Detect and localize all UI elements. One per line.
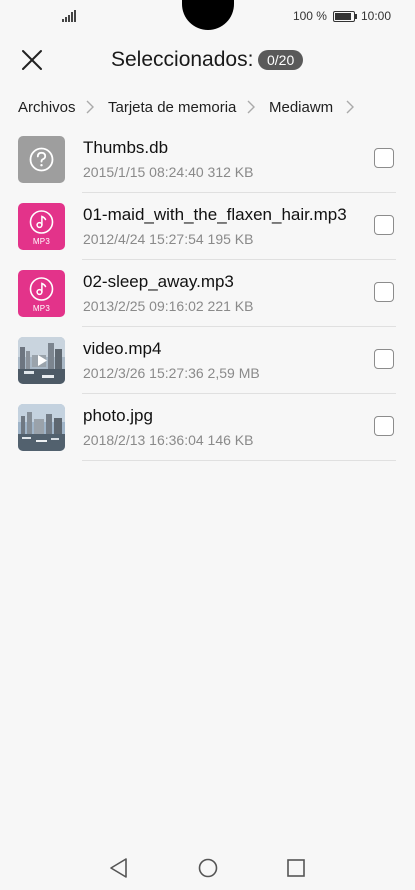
file-name: Thumbs.db xyxy=(83,138,169,157)
selection-header: Seleccionados: 0/20 xyxy=(0,32,415,86)
file-meta: 2018/2/13 16:36:04 146 KB xyxy=(83,432,254,448)
select-checkbox[interactable] xyxy=(374,349,394,369)
select-checkbox[interactable] xyxy=(374,148,394,168)
file-name: 01-maid_with_the_flaxen_hair.mp3 xyxy=(83,205,347,224)
file-list: Thumbs.db 2015/1/15 08:24:40 312 KB MP3 … xyxy=(0,126,415,461)
select-checkbox[interactable] xyxy=(374,416,394,436)
battery-icon xyxy=(332,10,357,22)
photo-thumbnail xyxy=(18,404,65,451)
file-meta: 2013/2/25 09:16:02 221 KB xyxy=(83,298,254,314)
signal-icon xyxy=(62,10,76,22)
file-meta: 2012/3/26 15:27:36 2,59 MB xyxy=(83,365,260,381)
file-name: photo.jpg xyxy=(83,406,153,425)
close-icon[interactable] xyxy=(18,46,46,74)
page-title: Seleccionados: xyxy=(111,48,254,71)
breadcrumb-archivos[interactable]: Archivos xyxy=(18,99,76,116)
chevron-right-icon xyxy=(247,100,255,114)
list-item[interactable]: Thumbs.db 2015/1/15 08:24:40 312 KB xyxy=(0,126,415,193)
file-name: video.mp4 xyxy=(83,339,162,358)
back-icon[interactable] xyxy=(107,856,131,880)
clock: 10:00 xyxy=(360,9,391,23)
battery-percentage: 100 % xyxy=(292,9,327,23)
mp3-file-icon: MP3 xyxy=(18,270,65,317)
chevron-right-icon xyxy=(86,100,94,114)
navigation-bar xyxy=(0,844,415,890)
breadcrumb-mediawm[interactable]: Mediawm xyxy=(269,99,333,116)
file-meta: 2015/1/15 08:24:40 312 KB xyxy=(83,164,254,180)
unknown-file-icon xyxy=(18,136,65,183)
list-item[interactable]: video.mp4 2012/3/26 15:27:36 2,59 MB xyxy=(0,327,415,394)
select-checkbox[interactable] xyxy=(374,282,394,302)
video-thumbnail xyxy=(18,337,65,384)
list-item[interactable]: MP3 01-maid_with_the_flaxen_hair.mp3 201… xyxy=(0,193,415,260)
list-item[interactable]: photo.jpg 2018/2/13 16:36:04 146 KB xyxy=(0,394,415,461)
file-meta: 2012/4/24 15:27:54 195 KB xyxy=(83,231,254,247)
recent-apps-icon[interactable] xyxy=(284,856,308,880)
home-icon[interactable] xyxy=(196,856,220,880)
breadcrumb-tarjeta-de-memoria[interactable]: Tarjeta de memoria xyxy=(108,99,236,116)
mp3-file-icon: MP3 xyxy=(18,203,65,250)
selection-count-badge: 0/20 xyxy=(258,50,304,70)
file-type-label: MP3 xyxy=(32,237,51,246)
select-checkbox[interactable] xyxy=(374,215,394,235)
list-item[interactable]: MP3 02-sleep_away.mp3 2013/2/25 09:16:02… xyxy=(0,260,415,327)
file-type-label: MP3 xyxy=(32,304,51,313)
camera-notch xyxy=(182,0,234,30)
breadcrumb: Archivos Tarjeta de memoria Mediawm xyxy=(0,94,415,120)
chevron-right-icon xyxy=(346,100,354,114)
divider xyxy=(82,460,396,461)
status-bar: 100 % 10:00 xyxy=(0,0,415,32)
file-name: 02-sleep_away.mp3 xyxy=(83,272,234,291)
